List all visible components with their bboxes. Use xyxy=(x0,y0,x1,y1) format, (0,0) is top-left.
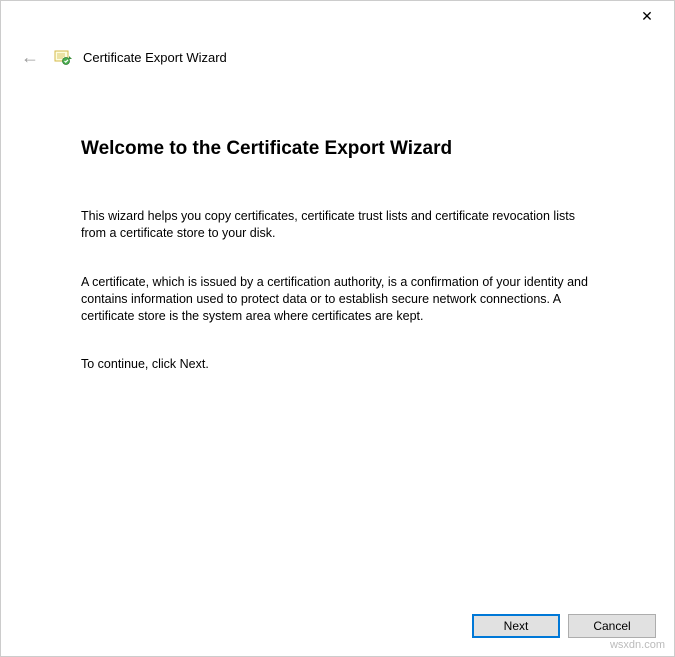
close-button[interactable]: ✕ xyxy=(632,1,662,31)
wizard-header: ← Certificate Export Wizard xyxy=(1,31,674,78)
page-heading: Welcome to the Certificate Export Wizard xyxy=(81,138,614,160)
continue-hint: To continue, click Next. xyxy=(81,356,591,373)
wizard-content: Welcome to the Certificate Export Wizard… xyxy=(1,78,674,598)
back-arrow-icon: ← xyxy=(21,47,43,68)
watermark-text: wsxdn.com xyxy=(610,639,665,651)
intro-paragraph-2: A certificate, which is issued by a cert… xyxy=(81,274,591,325)
titlebar: ✕ xyxy=(1,1,674,31)
certificate-icon xyxy=(53,48,73,68)
wizard-window: ✕ ← Certificate Export Wizard Welcome to… xyxy=(0,0,675,657)
wizard-title: Certificate Export Wizard xyxy=(83,50,227,65)
intro-paragraph-1: This wizard helps you copy certificates,… xyxy=(81,208,591,242)
wizard-footer: Next Cancel xyxy=(1,598,674,656)
next-button[interactable]: Next xyxy=(472,614,560,638)
cancel-button[interactable]: Cancel xyxy=(568,614,656,638)
